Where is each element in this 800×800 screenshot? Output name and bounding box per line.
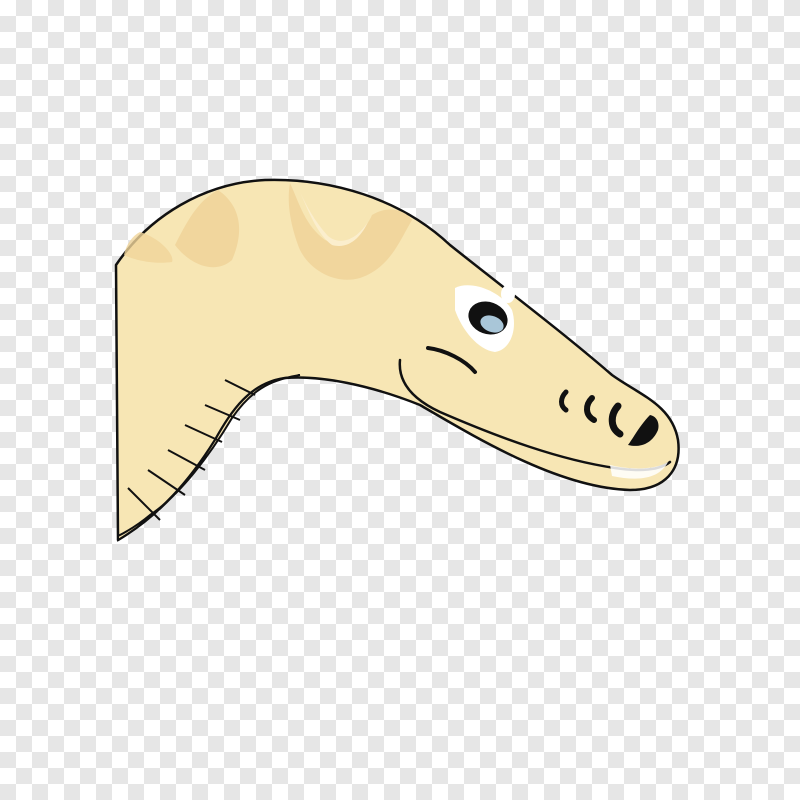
dinosaur-head-illustration (114, 178, 680, 542)
eye-highlight (501, 285, 515, 303)
